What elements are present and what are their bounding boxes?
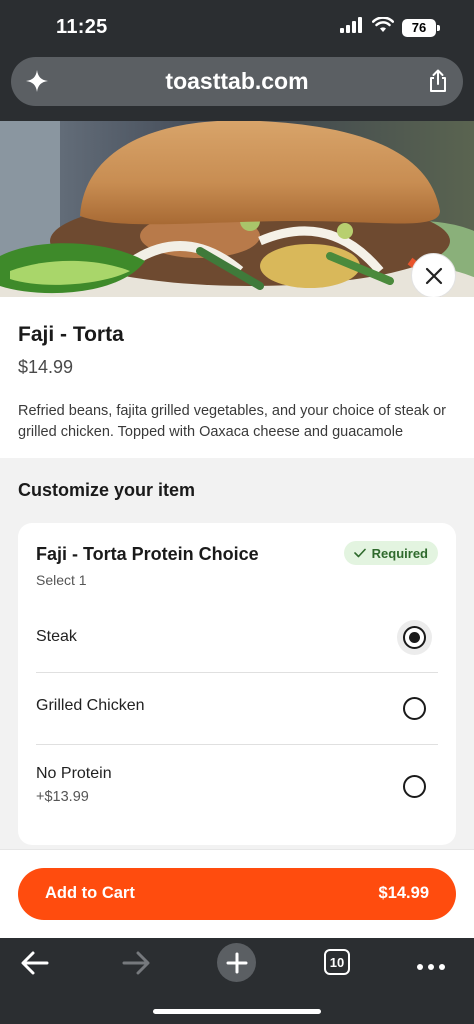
phone-screen: 11:25 76 toasttab.com Faji - Torta $14.9… [0, 0, 474, 1024]
option-label: Steak [36, 628, 77, 645]
address-bar[interactable]: toasttab.com [11, 57, 463, 106]
back-arrow-icon[interactable] [20, 950, 50, 981]
radio-grilled-chicken[interactable] [403, 697, 426, 720]
battery-icon: 76 [402, 18, 440, 37]
more-icon[interactable] [416, 958, 446, 976]
radio-steak[interactable] [403, 626, 426, 649]
item-modal: Faji - Torta $14.99 Refried beans, fajit… [0, 121, 474, 849]
new-tab-button[interactable] [217, 943, 256, 982]
checkmark-icon [353, 548, 366, 558]
status-time: 11:25 [56, 16, 108, 38]
modifier-group-card: Faji - Torta Protein Choice Select 1 Req… [18, 523, 456, 845]
signal-icon [340, 17, 364, 38]
status-bar: 11:25 76 [0, 0, 474, 56]
item-price: $14.99 [18, 357, 74, 377]
required-label: Required [371, 545, 428, 561]
share-icon[interactable] [427, 69, 449, 98]
modifier-group-subtitle: Select 1 [36, 572, 87, 588]
forward-arrow-icon[interactable] [121, 950, 151, 981]
add-to-cart-button[interactable]: Add to Cart $14.99 [18, 868, 456, 920]
radio-no-protein[interactable] [403, 775, 426, 798]
status-icons: 76 [340, 16, 440, 38]
option-price: +$13.99 [36, 789, 89, 805]
plus-icon [226, 952, 247, 973]
url-text[interactable]: toasttab.com [11, 68, 463, 95]
modifier-group-title: Faji - Torta Protein Choice [36, 544, 259, 564]
close-icon [425, 267, 442, 284]
browser-toolbar: 10 [0, 938, 474, 1024]
item-info: Faji - Torta $14.99 Refried beans, fajit… [0, 297, 474, 458]
item-photo [0, 121, 474, 297]
add-to-cart-price: $14.99 [378, 884, 429, 902]
close-button[interactable] [411, 253, 456, 298]
option-no-protein[interactable]: No Protein +$13.99 [36, 745, 438, 835]
item-title: Faji - Torta [18, 323, 124, 346]
cart-footer: Add to Cart $14.99 [0, 849, 474, 938]
home-indicator [153, 1009, 321, 1014]
option-label: Grilled Chicken [36, 697, 145, 714]
item-description: Refried beans, fajita grilled vegetables… [18, 403, 446, 440]
option-grilled-chicken[interactable]: Grilled Chicken [36, 673, 438, 743]
tabs-button[interactable]: 10 [324, 949, 350, 975]
wifi-icon [371, 16, 395, 38]
option-steak[interactable]: Steak [36, 605, 438, 671]
option-label: No Protein [36, 765, 112, 782]
add-to-cart-label: Add to Cart [45, 884, 135, 902]
customize-heading: Customize your item [18, 480, 196, 500]
required-badge: Required [343, 541, 438, 565]
